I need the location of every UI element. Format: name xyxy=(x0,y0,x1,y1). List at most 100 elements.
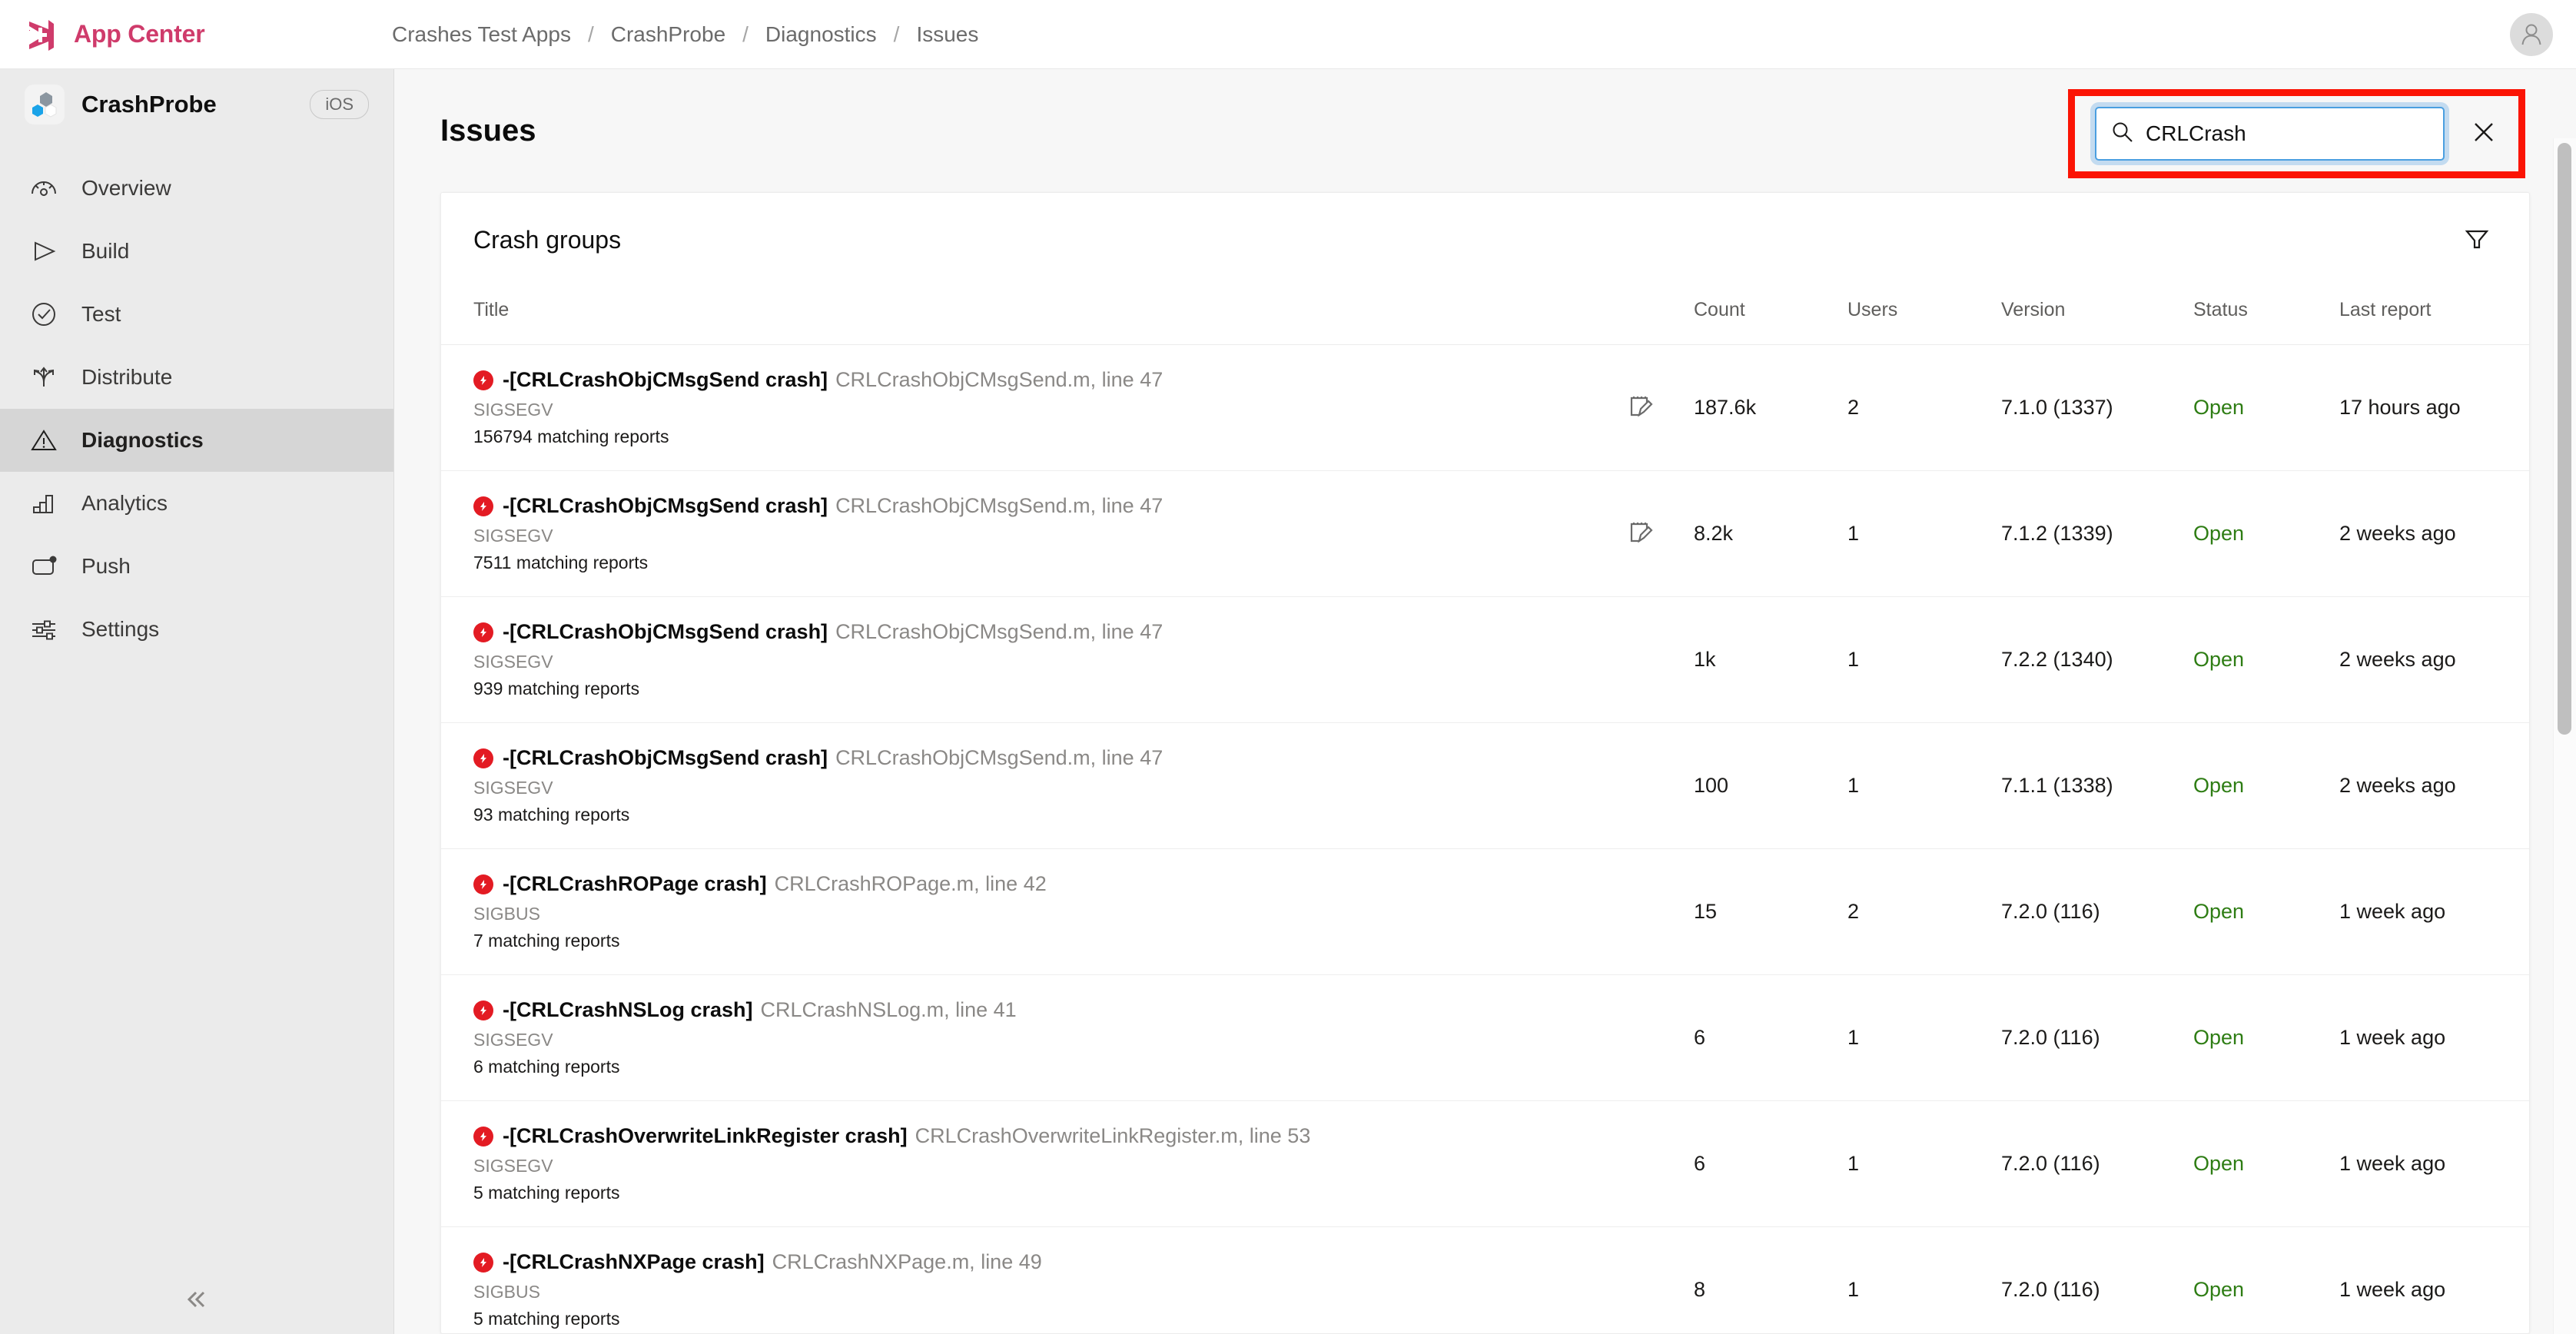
issue-reports: 7 matching reports xyxy=(473,931,620,951)
column-header-last-report[interactable]: Last report xyxy=(2339,287,2529,345)
search-icon xyxy=(2110,120,2135,148)
user-avatar-icon[interactable] xyxy=(2510,12,2553,56)
issue-signal: SIGBUS xyxy=(473,1282,540,1302)
check-circle-icon xyxy=(26,297,61,332)
breadcrumb-separator: / xyxy=(587,22,594,46)
brand[interactable]: App Center xyxy=(0,17,392,52)
push-notification-icon xyxy=(26,549,61,584)
issue-signal: SIGBUS xyxy=(473,904,540,924)
issue-method: -[CRLCrashROPage crash] xyxy=(503,872,767,895)
column-header-title[interactable]: Title xyxy=(441,287,1586,345)
status-badge: Open xyxy=(2193,396,2245,419)
table-row[interactable]: -[CRLCrashROPage crash] CRLCrashROPage.m… xyxy=(441,848,2529,975)
sidebar-item-test[interactable]: Test xyxy=(0,283,393,346)
cell-version: 7.2.0 (116) xyxy=(2001,974,2193,1101)
note-edit-icon[interactable] xyxy=(1586,517,1694,551)
crash-bolt-icon xyxy=(473,370,493,390)
cell-last-report: 1 week ago xyxy=(2339,1226,2529,1333)
cell-count: 8 xyxy=(1694,1226,1847,1333)
crash-bolt-icon xyxy=(473,874,493,894)
breadcrumb-item-crashes-test-apps[interactable]: Crashes Test Apps xyxy=(392,22,571,47)
issue-file: CRLCrashNXPage.m, line 49 xyxy=(772,1250,1042,1273)
cell-title[interactable]: -[CRLCrashObjCMsgSend crash] CRLCrashObj… xyxy=(441,722,1586,849)
search-input[interactable] xyxy=(2146,121,2429,146)
breadcrumb-separator: / xyxy=(742,22,749,46)
chevron-double-left-icon xyxy=(180,1283,214,1320)
table-row[interactable]: -[CRLCrashObjCMsgSend crash] CRLCrashObj… xyxy=(441,722,2529,849)
crash-bolt-icon xyxy=(473,1126,493,1147)
column-header-count[interactable]: Count xyxy=(1694,287,1847,345)
issue-reports: 5 matching reports xyxy=(473,1309,620,1329)
issue-method: -[CRLCrashOverwriteLinkRegister crash] xyxy=(503,1124,908,1147)
filter-button[interactable] xyxy=(2457,220,2497,260)
issue-file: CRLCrashOverwriteLinkRegister.m, line 53 xyxy=(915,1124,1311,1147)
crash-bolt-icon xyxy=(473,496,493,516)
sidebar-item-label: Push xyxy=(81,554,131,578)
issue-file: CRLCrashROPage.m, line 42 xyxy=(774,872,1047,895)
crash-groups-card: Crash groups Title Count Users Version S… xyxy=(440,192,2530,1334)
sidebar-item-distribute[interactable]: Distribute xyxy=(0,346,393,409)
sidebar-app-name: CrashProbe xyxy=(81,91,217,118)
cell-last-report: 17 hours ago xyxy=(2339,344,2529,471)
cell-note xyxy=(1586,848,1694,975)
cell-title[interactable]: -[CRLCrashNSLog crash] CRLCrashNSLog.m, … xyxy=(441,974,1586,1101)
cell-status: Open xyxy=(2193,1226,2339,1333)
sidebar-item-label: Test xyxy=(81,302,121,326)
breadcrumb-item-diagnostics[interactable]: Diagnostics xyxy=(765,22,877,47)
table-row[interactable]: -[CRLCrashObjCMsgSend crash] CRLCrashObj… xyxy=(441,470,2529,597)
cell-title[interactable]: -[CRLCrashObjCMsgSend crash] CRLCrashObj… xyxy=(441,470,1586,597)
sidebar-collapse-button[interactable] xyxy=(0,1268,393,1334)
scrollbar-thumb[interactable] xyxy=(2558,143,2571,735)
cell-count: 187.6k xyxy=(1694,344,1847,471)
cell-users: 1 xyxy=(1847,596,2001,723)
cell-title[interactable]: -[CRLCrashNXPage crash] CRLCrashNXPage.m… xyxy=(441,1226,1586,1333)
cell-note[interactable] xyxy=(1586,344,1694,471)
table-header: Title Count Users Version Status Last re… xyxy=(441,287,2529,345)
sidebar-item-diagnostics[interactable]: Diagnostics xyxy=(0,409,393,472)
cell-count: 1k xyxy=(1694,596,1847,723)
cell-title[interactable]: -[CRLCrashOverwriteLinkRegister crash] C… xyxy=(441,1100,1586,1227)
bar-chart-icon xyxy=(26,486,61,521)
status-badge: Open xyxy=(2193,1152,2245,1175)
search-highlight-box xyxy=(2068,89,2525,178)
cell-last-report: 2 weeks ago xyxy=(2339,470,2529,597)
status-badge: Open xyxy=(2193,1026,2245,1049)
search-clear-button[interactable] xyxy=(2466,116,2501,151)
cell-users: 1 xyxy=(1847,1226,2001,1333)
cell-title[interactable]: -[CRLCrashObjCMsgSend crash] CRLCrashObj… xyxy=(441,596,1586,723)
brand-name: App Center xyxy=(74,20,205,48)
column-header-users[interactable]: Users xyxy=(1847,287,2001,345)
sidebar-item-settings[interactable]: Settings xyxy=(0,598,393,661)
table-row[interactable]: -[CRLCrashOverwriteLinkRegister crash] C… xyxy=(441,1100,2529,1227)
column-header-version[interactable]: Version xyxy=(2001,287,2193,345)
main-content: Issues CRLCrash Crash groups Title Count… xyxy=(394,69,2576,1334)
sidebar-app-header[interactable]: CrashProbe iOS xyxy=(0,69,393,140)
issue-file: CRLCrashObjCMsgSend.m, line 47 xyxy=(835,620,1164,643)
sidebar-item-analytics[interactable]: Analytics xyxy=(0,472,393,535)
cell-title[interactable]: -[CRLCrashObjCMsgSend crash] CRLCrashObj… xyxy=(441,344,1586,471)
table-row[interactable]: -[CRLCrashNXPage crash] CRLCrashNXPage.m… xyxy=(441,1226,2529,1333)
sidebar-item-overview[interactable]: Overview xyxy=(0,157,393,220)
crash-bolt-icon xyxy=(473,1252,493,1273)
issue-reports: 5 matching reports xyxy=(473,1183,620,1203)
search-box[interactable] xyxy=(2095,107,2445,161)
sidebar-item-build[interactable]: Build xyxy=(0,220,393,283)
issue-method: -[CRLCrashNSLog crash] xyxy=(503,998,753,1021)
cell-version: 7.1.0 (1337) xyxy=(2001,344,2193,471)
breadcrumb-item-crashprobe[interactable]: CrashProbe xyxy=(611,22,725,47)
sidebar-item-push[interactable]: Push xyxy=(0,535,393,598)
issue-signal: SIGSEGV xyxy=(473,1156,553,1176)
table-row[interactable]: -[CRLCrashNSLog crash] CRLCrashNSLog.m, … xyxy=(441,974,2529,1101)
breadcrumb-item-issues[interactable]: Issues xyxy=(916,22,978,47)
cell-note[interactable] xyxy=(1586,470,1694,597)
cell-status: Open xyxy=(2193,722,2339,849)
table-row[interactable]: -[CRLCrashObjCMsgSend crash] CRLCrashObj… xyxy=(441,344,2529,471)
cell-title[interactable]: -[CRLCrashROPage crash] CRLCrashROPage.m… xyxy=(441,848,1586,975)
table-row[interactable]: -[CRLCrashObjCMsgSend crash] CRLCrashObj… xyxy=(441,596,2529,723)
note-edit-icon[interactable] xyxy=(1586,391,1694,425)
issue-method: -[CRLCrashObjCMsgSend crash] xyxy=(503,746,828,769)
gauge-icon xyxy=(26,171,61,206)
column-header-status[interactable]: Status xyxy=(2193,287,2339,345)
cell-status: Open xyxy=(2193,974,2339,1101)
sidebar-item-label: Diagnostics xyxy=(81,428,204,452)
